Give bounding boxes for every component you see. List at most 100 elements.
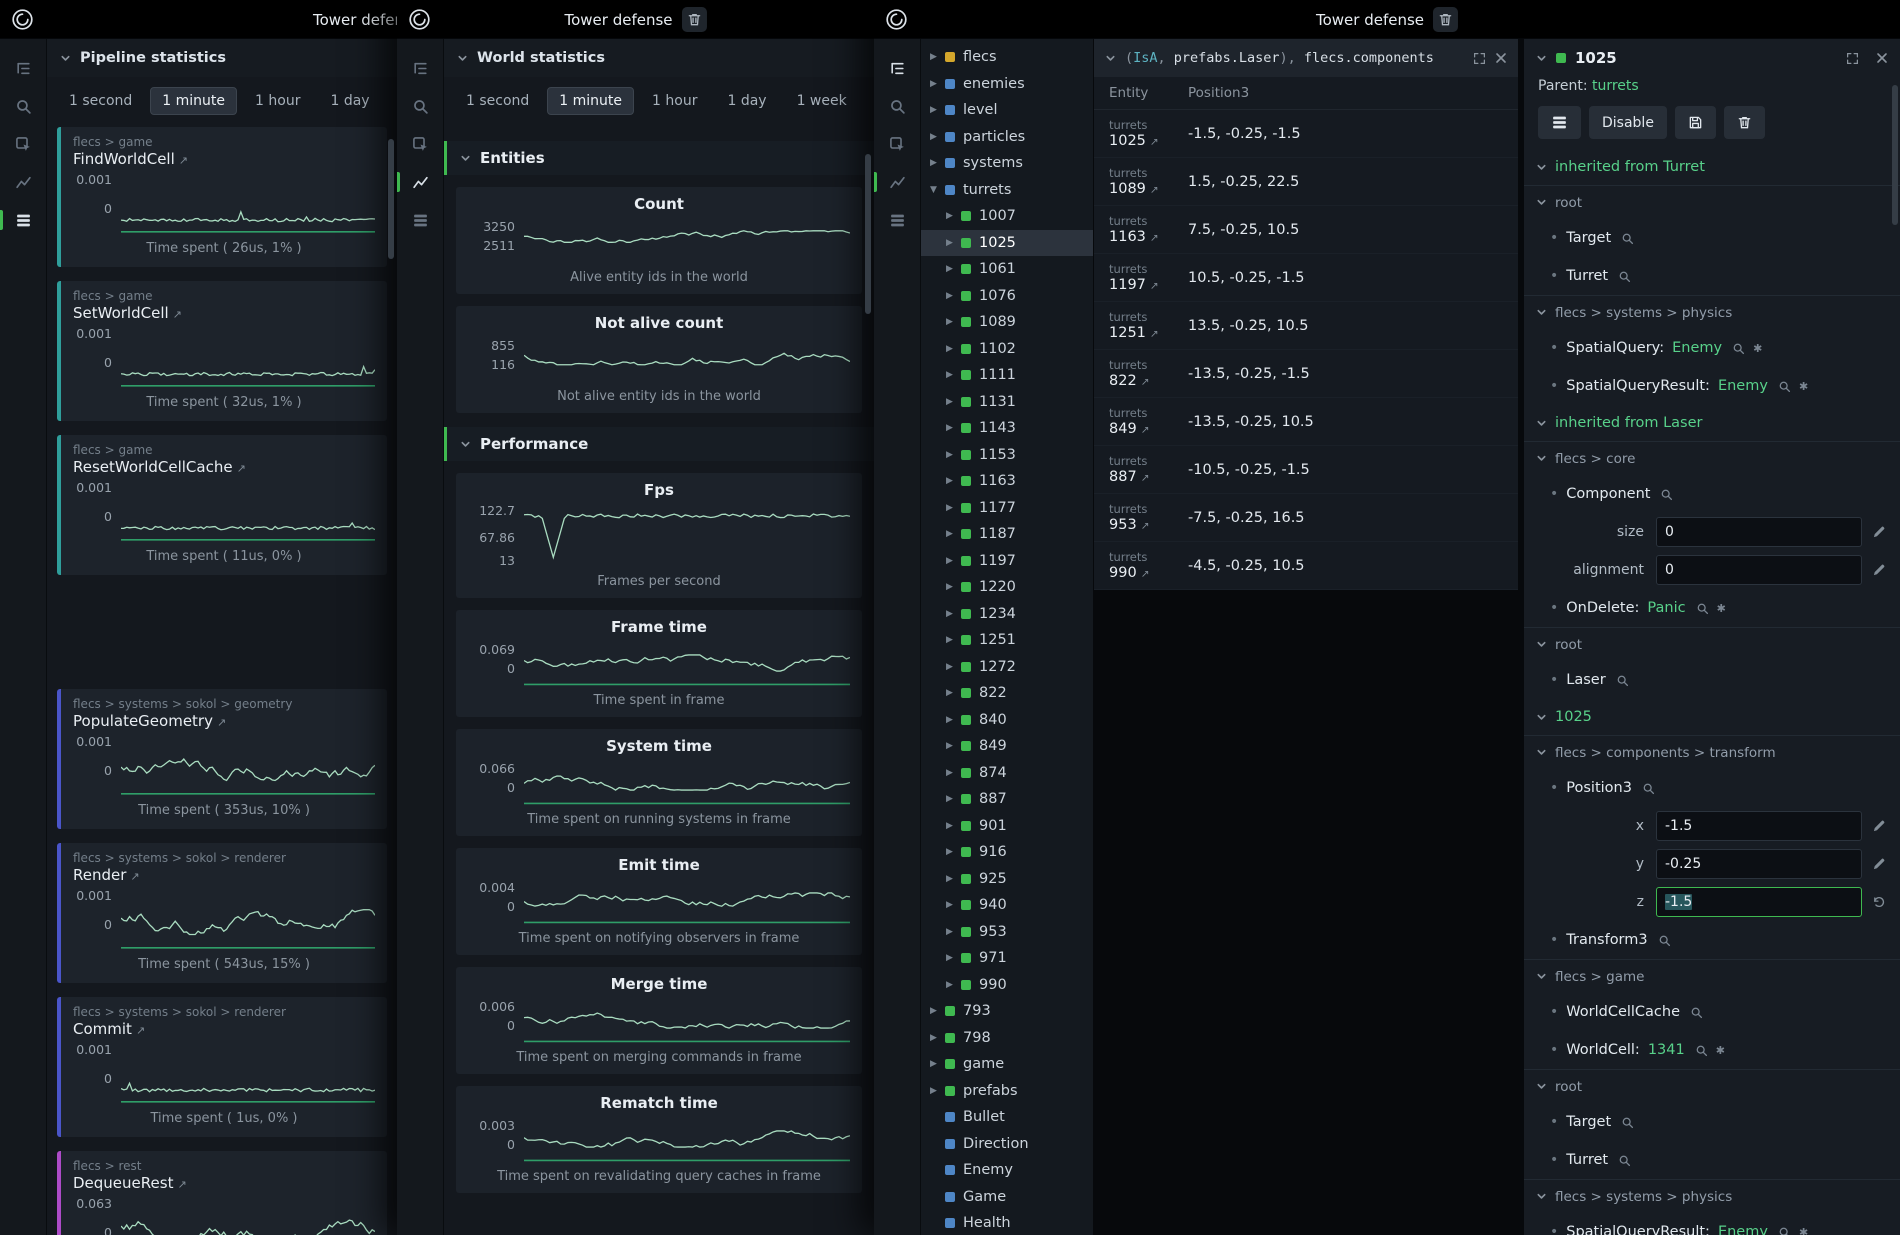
expand-arrow[interactable]: ▶ xyxy=(946,847,961,857)
tree-item-916[interactable]: ▶916 xyxy=(921,839,1093,866)
tree-item-1234[interactable]: ▶1234 xyxy=(921,601,1093,628)
pipeline-stats-icon[interactable] xyxy=(874,205,920,235)
tree-item-971[interactable]: ▶971 xyxy=(921,945,1093,972)
search-icon[interactable] xyxy=(1778,1226,1791,1235)
stat-name-link[interactable]: Commit↗ xyxy=(73,1020,375,1038)
time-range-1-day[interactable]: 1 day xyxy=(715,87,778,115)
field-input-size[interactable]: 0 xyxy=(1656,517,1862,547)
expand-arrow[interactable]: ▶ xyxy=(946,821,961,831)
entity-tree-icon[interactable] xyxy=(0,53,46,83)
search-icon[interactable] xyxy=(1660,488,1673,501)
component-group-flecs-systems-physics[interactable]: flecs > systems > physics xyxy=(1524,295,1900,329)
expand-arrow[interactable]: ▶ xyxy=(946,291,961,301)
expand-icon[interactable] xyxy=(1473,52,1486,65)
tree-item-1061[interactable]: ▶1061 xyxy=(921,256,1093,283)
expand-arrow[interactable]: ▶ xyxy=(946,344,961,354)
tree-item-particles[interactable]: ▶particles xyxy=(921,124,1093,151)
tree-item-1153[interactable]: ▶1153 xyxy=(921,442,1093,469)
expand-arrow[interactable]: ▶ xyxy=(930,1059,945,1069)
tree-item-1102[interactable]: ▶1102 xyxy=(921,336,1093,363)
search-icon[interactable] xyxy=(1618,270,1631,283)
stat-name-link[interactable]: SetWorldCell↗ xyxy=(73,304,375,322)
tree-item-901[interactable]: ▶901 xyxy=(921,813,1093,840)
component-group-flecs-components-transform[interactable]: flecs > components > transform xyxy=(1524,735,1900,769)
expand-arrow[interactable]: ▶ xyxy=(946,370,961,380)
close-icon[interactable] xyxy=(1495,52,1507,64)
stat-name-link[interactable]: PopulateGeometry↗ xyxy=(73,712,375,730)
search-icon[interactable] xyxy=(397,91,443,121)
pipeline-stats-icon[interactable] xyxy=(0,205,46,235)
entity-tree-icon[interactable] xyxy=(397,53,443,83)
tree-item-health[interactable]: Health xyxy=(921,1210,1093,1235)
tree-item-1111[interactable]: ▶1111 xyxy=(921,362,1093,389)
wildcard-icon[interactable]: ✱ xyxy=(1799,380,1808,393)
tree-item-enemy[interactable]: Enemy xyxy=(921,1157,1093,1184)
component-value-link[interactable]: Enemy xyxy=(1718,1224,1768,1235)
pipeline-panel-header[interactable]: Pipeline statistics xyxy=(47,39,397,77)
tree-item-1220[interactable]: ▶1220 xyxy=(921,574,1093,601)
component-value-link[interactable]: 1341 xyxy=(1648,1042,1685,1058)
expand-arrow[interactable]: ▶ xyxy=(930,1086,945,1096)
expand-arrow[interactable]: ▶ xyxy=(946,688,961,698)
scrollbar-thumb[interactable] xyxy=(388,139,394,259)
expand-arrow[interactable]: ▶ xyxy=(946,556,961,566)
tree-item-849[interactable]: ▶849 xyxy=(921,733,1093,760)
expand-arrow[interactable]: ▶ xyxy=(946,794,961,804)
chevron-down-icon[interactable] xyxy=(1536,53,1547,64)
tree-item-systems[interactable]: ▶systems xyxy=(921,150,1093,177)
time-range-1-minute[interactable]: 1 minute xyxy=(547,87,634,115)
expand-arrow[interactable]: ▶ xyxy=(930,1033,945,1043)
tree-item-enemies[interactable]: ▶enemies xyxy=(921,71,1093,98)
wildcard-icon[interactable]: ✱ xyxy=(1799,1226,1808,1235)
expand-arrow[interactable]: ▶ xyxy=(946,397,961,407)
tree-item-990[interactable]: ▶990 xyxy=(921,972,1093,999)
tree-item-798[interactable]: ▶798 xyxy=(921,1025,1093,1052)
component-group-flecs-core[interactable]: flecs > core xyxy=(1524,441,1900,475)
field-input-alignment[interactable]: 0 xyxy=(1656,555,1862,585)
field-input-x[interactable]: -1.5 xyxy=(1656,811,1862,841)
expand-arrow[interactable]: ▶ xyxy=(946,317,961,327)
tree-item-1187[interactable]: ▶1187 xyxy=(921,521,1093,548)
entity-tree-icon[interactable] xyxy=(874,53,920,83)
tree-item-874[interactable]: ▶874 xyxy=(921,760,1093,787)
edit-pencil-icon[interactable] xyxy=(1862,563,1896,577)
expand-arrow[interactable]: ▶ xyxy=(946,953,961,963)
search-icon[interactable] xyxy=(1616,674,1629,687)
time-range-1-second[interactable]: 1 second xyxy=(454,87,541,115)
component-group-root[interactable]: root xyxy=(1524,1069,1900,1103)
parent-link[interactable]: turrets xyxy=(1592,78,1639,94)
expand-arrow[interactable]: ▶ xyxy=(946,662,961,672)
time-range-1-week[interactable]: 1 week xyxy=(785,87,859,115)
search-icon[interactable] xyxy=(1778,380,1791,393)
tree-item-1177[interactable]: ▶1177 xyxy=(921,495,1093,522)
tree-item-prefabs[interactable]: ▶prefabs xyxy=(921,1078,1093,1105)
time-range-1-second[interactable]: 1 second xyxy=(57,87,144,115)
expand-arrow[interactable]: ▶ xyxy=(946,264,961,274)
search-icon[interactable] xyxy=(1695,1044,1708,1057)
tree-item-1143[interactable]: ▶1143 xyxy=(921,415,1093,442)
query-input[interactable]: (IsA, prefabs.Laser), flecs.components xyxy=(1125,50,1464,66)
tree-item-925[interactable]: ▶925 xyxy=(921,866,1093,893)
time-range-1-minute[interactable]: 1 minute xyxy=(150,87,237,115)
tree-item-1025[interactable]: ▶1025 xyxy=(921,230,1093,257)
edit-pencil-icon[interactable] xyxy=(1862,819,1896,833)
wildcard-icon[interactable]: ✱ xyxy=(1717,602,1726,615)
component-value-link[interactable]: Panic xyxy=(1647,600,1685,616)
wildcard-icon[interactable]: ✱ xyxy=(1753,342,1762,355)
scrollbar-thumb[interactable] xyxy=(1892,85,1898,225)
tree-item-1076[interactable]: ▶1076 xyxy=(921,283,1093,310)
result-row-1025[interactable]: turrets1025↗-1.5, -0.25, -1.5 xyxy=(1094,110,1518,158)
inspector-section-1025[interactable]: 1025 xyxy=(1524,699,1900,735)
stat-name-link[interactable]: DequeueRest↗ xyxy=(73,1174,375,1192)
edit-pencil-icon[interactable] xyxy=(1862,525,1896,539)
tree-item-1197[interactable]: ▶1197 xyxy=(921,548,1093,575)
tree-item-1007[interactable]: ▶1007 xyxy=(921,203,1093,230)
result-row-1251[interactable]: turrets1251↗13.5, -0.25, 10.5 xyxy=(1094,302,1518,350)
time-range-1-hour[interactable]: 1 hour xyxy=(640,87,709,115)
result-row-1163[interactable]: turrets1163↗7.5, -0.25, 10.5 xyxy=(1094,206,1518,254)
pipeline-stats-icon[interactable] xyxy=(397,205,443,235)
expand-arrow[interactable]: ▶ xyxy=(946,980,961,990)
expand-arrow[interactable]: ▼ xyxy=(930,185,945,195)
expand-arrow[interactable]: ▶ xyxy=(930,1006,945,1016)
expand-arrow[interactable]: ▶ xyxy=(930,158,945,168)
